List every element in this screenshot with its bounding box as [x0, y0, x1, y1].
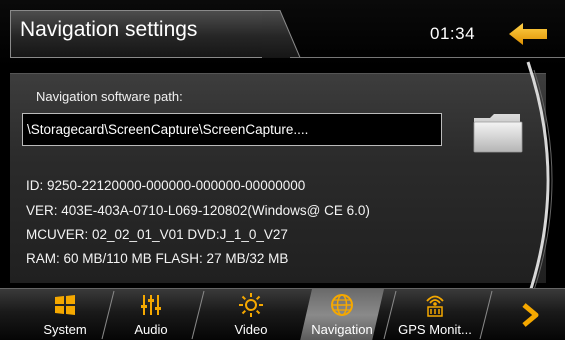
equalizer-icon: [141, 295, 161, 315]
version-info: VER: 403E-403A-0710-L069-120802(Windows@…: [26, 203, 370, 218]
header-bar: Navigation settings 01:34: [0, 0, 565, 67]
sun-icon: [239, 293, 263, 317]
chevron-right-icon: [522, 303, 539, 327]
tab-separator: [191, 290, 205, 340]
page-title: Navigation settings: [20, 18, 198, 41]
tab-gps-monitor[interactable]: GPS Monit...: [390, 289, 480, 340]
device-id: ID: 9250-22120000-000000-000000-00000000: [26, 178, 306, 193]
memory-info: RAM: 60 MB/110 MB FLASH: 27 MB/32 MB: [26, 251, 289, 266]
tab-label: Audio: [134, 322, 168, 337]
back-arrow-icon: [509, 23, 547, 45]
tab-label: System: [43, 322, 87, 337]
software-path-label: Navigation software path:: [36, 89, 183, 104]
mcu-dvd-version: MCUVER: 02_02_01_V01 DVD:J_1_0_V27: [26, 227, 288, 242]
tab-label: Video: [234, 322, 268, 337]
browse-folder-button[interactable]: [472, 112, 524, 154]
tab-audio[interactable]: Audio: [112, 289, 190, 340]
tab-navigation[interactable]: Navigation: [300, 289, 384, 340]
title-tab-edge: [262, 10, 301, 58]
header-divider: [290, 57, 565, 58]
software-path-field[interactable]: \Storagecard\ScreenCapture\ScreenCapture…: [22, 113, 442, 146]
tab-separator: [479, 290, 493, 340]
clock: 01:34: [430, 24, 476, 43]
windows-icon: [55, 295, 75, 315]
back-button[interactable]: [505, 20, 553, 48]
tab-label: GPS Monit...: [398, 322, 472, 337]
tab-video[interactable]: Video: [206, 289, 296, 340]
next-tabs-button[interactable]: [515, 299, 545, 331]
bottom-tab-bar: System Audio Video Navigation GPS Monit.…: [0, 288, 565, 340]
tab-label: Navigation: [311, 322, 373, 337]
gps-antenna-icon: [426, 295, 444, 317]
tab-system[interactable]: System: [30, 289, 100, 340]
globe-icon: [331, 294, 353, 316]
folder-icon: [473, 114, 523, 153]
decorative-arc: [526, 61, 553, 299]
